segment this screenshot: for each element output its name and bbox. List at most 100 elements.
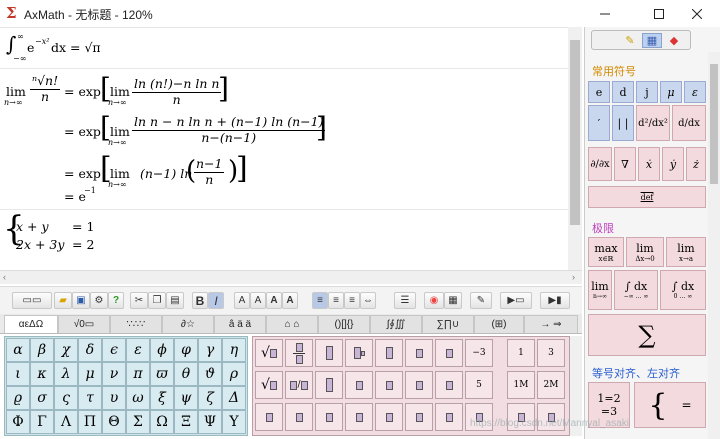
sym-max[interactable]: max x∈ℝ [588, 237, 624, 267]
help-button[interactable]: ? [108, 292, 124, 309]
copy-button[interactable]: ❐ [148, 292, 166, 309]
align-eq-button[interactable]: ⇔ [360, 292, 376, 309]
scroll-right-icon[interactable]: › [572, 272, 575, 282]
sym-align-brace[interactable]: {= [634, 382, 706, 428]
sym-zdot[interactable]: ż [686, 147, 706, 181]
sym-ydot[interactable]: ẏ [662, 147, 684, 181]
limit-template[interactable] [405, 371, 433, 399]
greek-symbol-row1-8[interactable]: γ [198, 338, 222, 362]
greek-symbol-row3-2[interactable]: ς [54, 386, 78, 410]
align-left-button[interactable]: ≡ [312, 292, 328, 309]
sqrt-template[interactable]: √ [255, 339, 283, 367]
tab-arrows[interactable]: → ⇒ [524, 315, 578, 333]
under-template[interactable] [435, 371, 463, 399]
sym-d[interactable]: d [612, 81, 634, 103]
side-sub-template[interactable] [435, 339, 463, 367]
align-center-button[interactable]: ≡ [328, 292, 344, 309]
greek-symbol-row4-9[interactable]: Υ [222, 410, 246, 434]
greek-symbol-row1-2[interactable]: χ [54, 338, 78, 362]
script-template-3[interactable] [345, 403, 373, 431]
template-5[interactable]: 5 [465, 371, 493, 399]
fraction-template[interactable] [285, 339, 313, 367]
greek-symbol-row1-9[interactable]: η [222, 338, 246, 362]
greek-symbol-row2-9[interactable]: ρ [222, 362, 246, 386]
greek-symbol-row4-7[interactable]: Ξ [174, 410, 198, 434]
sym-sum[interactable]: ∑ [588, 314, 706, 356]
sym-abs[interactable]: | | [612, 105, 634, 141]
greek-symbol-row4-2[interactable]: Λ [54, 410, 78, 434]
sub-template[interactable] [375, 339, 403, 367]
sym-mu[interactable]: μ [660, 81, 682, 103]
script-template-4[interactable] [375, 403, 403, 431]
greek-symbol-row3-6[interactable]: ξ [150, 386, 174, 410]
slash-fraction-template[interactable]: / [285, 371, 313, 399]
greek-symbol-row2-2[interactable]: λ [54, 362, 78, 386]
tab-matrices[interactable]: (⊞) [474, 315, 524, 333]
sidebar-tab-brush[interactable]: ✎ [620, 33, 640, 48]
greek-symbol-row3-7[interactable]: ψ [174, 386, 198, 410]
tab-greek[interactable]: αεΔΩ [4, 315, 58, 333]
greek-symbol-row2-6[interactable]: ϖ [150, 362, 174, 386]
greek-symbol-row4-6[interactable]: Ω [150, 410, 174, 434]
brush-button[interactable]: ✎ [470, 292, 492, 309]
greek-symbol-row2-8[interactable]: ϑ [198, 362, 222, 386]
tab-over-under[interactable]: ⌂ ⌂ [266, 315, 318, 333]
root-template-3[interactable] [255, 403, 283, 431]
sym-j[interactable]: j [636, 81, 658, 103]
greek-symbol-row3-8[interactable]: ζ [198, 386, 222, 410]
bar-fraction-template[interactable] [315, 339, 343, 367]
greek-symbol-row3-3[interactable]: τ [78, 386, 102, 410]
sym-def[interactable]: def [588, 186, 706, 208]
sym-lim-a[interactable]: lim x→a [666, 237, 706, 267]
tab-misc[interactable]: ∂☆ [162, 315, 214, 333]
align-right-button[interactable]: ≡ [344, 292, 360, 309]
greek-symbol-row3-1[interactable]: σ [30, 386, 54, 410]
nth-root-template[interactable]: √ [255, 371, 283, 399]
greek-symbol-row2-4[interactable]: ν [102, 362, 126, 386]
font-style-button-3[interactable]: A [266, 292, 282, 309]
math-editor-canvas[interactable]: ∫ ∞ −∞ e −x² dx = √π lim n→∞ ⁿ√n! n = exp… [0, 27, 568, 270]
editor-horizontal-scrollbar[interactable]: ‹ › [0, 270, 582, 284]
sym-derivative[interactable]: d/dx [672, 105, 706, 141]
supsub-template[interactable] [405, 339, 433, 367]
font-style-button-2[interactable]: A [250, 292, 266, 309]
greek-symbol-row3-4[interactable]: υ [102, 386, 126, 410]
greek-symbol-row3-0[interactable]: ϱ [6, 386, 30, 410]
tab-dots[interactable]: ∵∴∵ [110, 315, 162, 333]
sym-improper-integral[interactable]: ∫ dx −∞ … ∞ [614, 270, 658, 310]
tab-integrals[interactable]: ∫∮∭ [370, 315, 422, 333]
greek-symbol-row2-3[interactable]: μ [78, 362, 102, 386]
sym-partial[interactable]: ∂/∂x [588, 147, 612, 181]
pre-sub-template[interactable] [375, 371, 403, 399]
library-button[interactable]: ▶▮ [540, 292, 570, 309]
script-template-6[interactable] [435, 403, 463, 431]
tab-sums[interactable]: ∑∏∪ [422, 315, 474, 333]
template-2m[interactable]: 2M [537, 371, 565, 399]
paste-button[interactable]: ▤ [166, 292, 184, 309]
sidebar-scroll-thumb[interactable] [710, 64, 718, 184]
greek-symbol-row1-4[interactable]: ϵ [102, 338, 126, 362]
close-button[interactable] [674, 0, 720, 27]
tab-roots[interactable]: √0▭ [58, 315, 110, 333]
sup-template[interactable] [345, 339, 373, 367]
template-3[interactable]: 3 [537, 339, 565, 367]
sym-lim-n[interactable]: lim n→∞ [588, 270, 612, 310]
sym-nabla[interactable]: ∇ [614, 147, 636, 181]
sym-second-derivative[interactable]: d²/dx² [636, 105, 670, 141]
greek-symbol-row1-0[interactable]: α [6, 338, 30, 362]
greek-symbol-row4-1[interactable]: Γ [30, 410, 54, 434]
insert-button[interactable]: ▶▭ [500, 292, 532, 309]
tab-accents[interactable]: â ä ä [214, 315, 266, 333]
stack-template[interactable] [315, 371, 343, 399]
greek-symbol-row3-9[interactable]: Δ [222, 386, 246, 410]
grid-button[interactable]: ▦ [444, 292, 462, 309]
greek-symbol-row1-3[interactable]: δ [78, 338, 102, 362]
font-style-button-1[interactable]: A [234, 292, 250, 309]
pre-sup-template[interactable] [345, 371, 373, 399]
greek-symbol-row2-0[interactable]: ι [6, 362, 30, 386]
greek-symbol-row4-0[interactable]: Φ [6, 410, 30, 434]
fraction-template-3[interactable] [285, 403, 313, 431]
greek-symbol-row2-5[interactable]: π [126, 362, 150, 386]
greek-symbol-row1-6[interactable]: ϕ [150, 338, 174, 362]
greek-symbol-row4-3[interactable]: Π [78, 410, 102, 434]
